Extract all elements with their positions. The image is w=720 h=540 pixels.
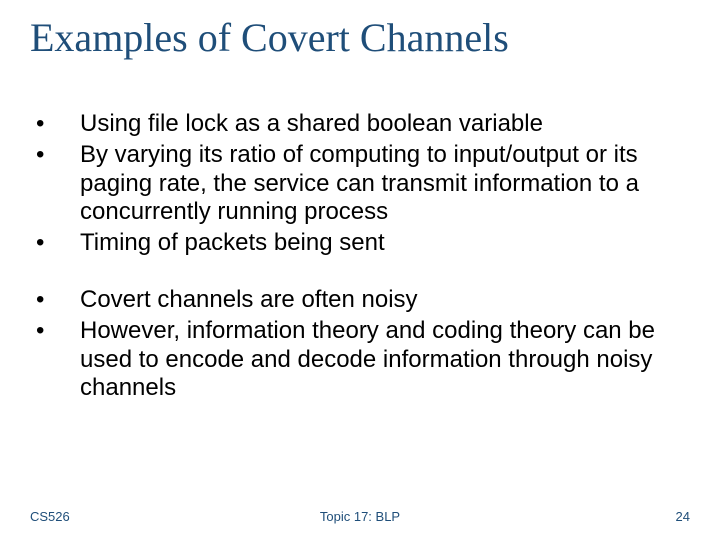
slide: Examples of Covert Channels • Using file… (0, 0, 720, 540)
slide-title: Examples of Covert Channels (30, 16, 690, 60)
bullet-text: Using file lock as a shared boolean vari… (80, 110, 690, 139)
bullet-item: • However, information theory and coding… (30, 317, 690, 403)
bullet-mark: • (30, 229, 80, 258)
footer-topic: Topic 17: BLP (0, 509, 720, 524)
bullet-text: Covert channels are often noisy (80, 286, 690, 315)
bullet-text: Timing of packets being sent (80, 229, 690, 258)
bullet-mark: • (30, 110, 80, 139)
footer-page-number: 24 (676, 509, 690, 524)
bullet-item: • Covert channels are often noisy (30, 286, 690, 315)
slide-body: • Using file lock as a shared boolean va… (30, 110, 690, 405)
bullet-text: However, information theory and coding t… (80, 317, 690, 403)
bullet-item: • Timing of packets being sent (30, 229, 690, 258)
bullet-mark: • (30, 141, 80, 170)
bullet-text: By varying its ratio of computing to inp… (80, 141, 690, 227)
group-gap (30, 260, 690, 286)
bullet-item: • By varying its ratio of computing to i… (30, 141, 690, 227)
bullet-item: • Using file lock as a shared boolean va… (30, 110, 690, 139)
bullet-mark: • (30, 286, 80, 315)
bullet-mark: • (30, 317, 80, 346)
